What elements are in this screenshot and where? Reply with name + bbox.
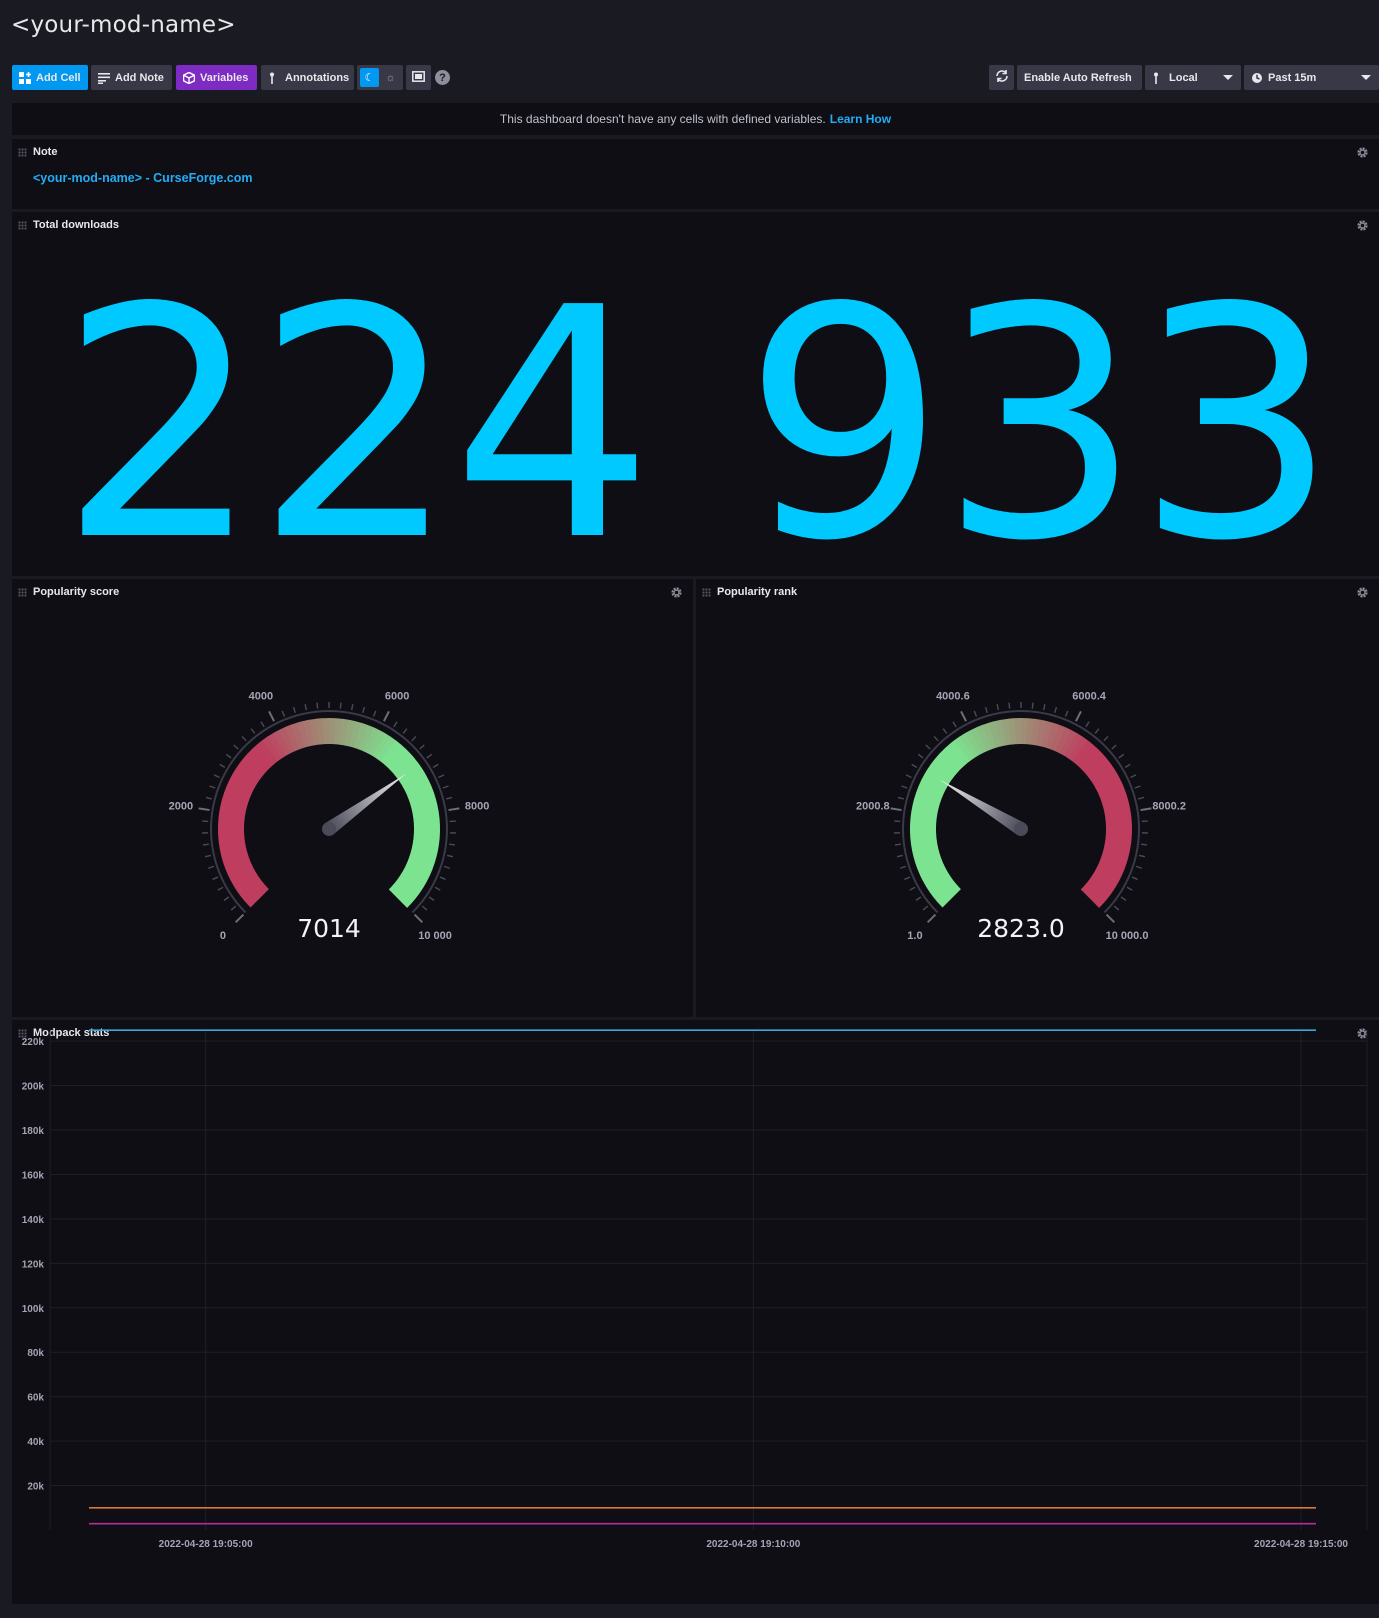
x-tick-label: 2022-04-28 19:10:00 [706,1539,800,1550]
help-icon[interactable]: ? [435,70,450,85]
y-tick-label: 60k [27,1393,44,1404]
learn-how-link[interactable]: Learn How [830,112,891,126]
annotations-label: Annotations [285,71,350,84]
popularity-rank-cell: Popularity rank 1.0 2000.8 4000.6 6000.4 800… [696,579,1379,1017]
gauge-needle-hub [322,822,336,836]
variables-banner: This dashboard doesn't have any cells wi… [12,103,1379,135]
gauge-tick-label: 2000.8 [856,801,890,813]
drag-handle-icon[interactable] [18,221,27,230]
caret-down-icon [1361,75,1371,80]
banner-text: This dashboard doesn't have any cells wi… [499,112,826,126]
expand-icon [412,69,425,87]
refresh-button[interactable] [989,65,1014,90]
x-tick-label: 2022-04-28 19:15:00 [1254,1539,1348,1550]
total-downloads-value: 224 933 [58,240,1338,610]
refresh-icon [995,69,1009,86]
variables-label: Variables [200,71,249,84]
note-cell: Note <your-mod-name> - CurseForge.com [12,139,1379,209]
y-tick-label: 180k [22,1126,45,1137]
modpack-stats-graph[interactable]: 220k 200k 180k 160k 140k 120k 100k 80k 60k 40k 20k… [12,1020,1379,1604]
gauge-tick-label: 10 000.0 [1106,930,1149,942]
y-tick-label: 160k [22,1170,45,1181]
gauge-tick-label: 8000 [465,801,489,813]
gauge-tick-label: 2000 [169,801,193,813]
gauge-tick-label: 6000.4 [1072,690,1107,702]
page-title: <your-mod-name> [11,12,236,38]
y-tick-label: 80k [27,1348,44,1359]
y-tick-label: 140k [22,1215,45,1226]
y-tick-label: 40k [27,1437,44,1448]
dashboard-toolbar: Add Cell Add Note Variables Annotations … [12,65,1379,90]
add-note-label: Add Note [115,71,164,84]
clock-icon [1251,72,1263,84]
y-tick-label: 20k [27,1482,44,1493]
annotation-pin-icon [268,72,280,84]
gauge-needle [939,779,1025,835]
gauge-tick-label: 4000 [249,690,273,702]
note-link[interactable]: <your-mod-name> - CurseForge.com [33,171,253,185]
note-icon [98,72,110,84]
gauge-needle-hub [1014,822,1028,836]
timezone-dropdown[interactable]: Local [1145,65,1241,90]
gear-icon[interactable] [1356,146,1369,159]
gauge-value: 7014 [297,914,361,943]
presentation-mode-button[interactable] [406,65,431,90]
add-note-button[interactable]: Add Note [91,65,172,90]
gauge-tick-label: 8000.2 [1152,801,1186,813]
total-downloads-cell: Total downloads 224 933 [12,212,1379,584]
variables-button[interactable]: Variables [176,65,257,90]
modpack-stats-cell: Modpack stats 220k 200k 180k 160k 140k 120k 10… [12,1020,1379,1604]
y-tick-label: 220k [22,1037,45,1048]
gauge-value: 2823.0 [977,914,1064,943]
popularity-score-gauge: 0 2000 4000 6000 8000 10 000 7014 [169,690,490,943]
cube-icon [182,71,196,84]
pin-icon [1152,72,1164,84]
theme-toggle[interactable]: ☾ ☼ [357,65,403,90]
time-range-value: Past 15m [1268,71,1317,84]
add-cell-label: Add Cell [36,71,81,84]
gauge-tick-label: 1.0 [907,930,922,942]
auto-refresh-label: Enable Auto Refresh [1024,71,1132,84]
caret-down-icon [1223,75,1233,80]
moon-icon[interactable]: ☾ [360,68,379,87]
y-tick-label: 200k [22,1082,45,1093]
add-cell-icon [19,71,31,84]
gauge-tick-label: 4000.6 [936,690,970,702]
popularity-score-cell: Popularity score 0 2000 4000 6000 8000 10 000… [12,579,693,1017]
popularity-rank-gauge: 1.0 2000.8 4000.6 6000.4 8000.2 10 000.0 2823.… [856,690,1186,943]
x-tick-label: 2022-04-28 19:05:00 [159,1539,253,1550]
timezone-value: Local [1169,71,1198,84]
cell-title: Note [33,146,58,158]
annotations-button[interactable]: Annotations [261,65,354,90]
gauge-tick-label: 10 000 [418,930,452,942]
time-range-dropdown[interactable]: Past 15m [1244,65,1379,90]
drag-handle-icon[interactable] [18,148,27,157]
y-tick-label: 100k [22,1304,45,1315]
gauge-tick-label: 0 [220,930,226,942]
gauge-needle [324,773,407,835]
add-cell-button[interactable]: Add Cell [12,65,88,90]
gauge-tick-label: 6000 [385,690,409,702]
sun-icon[interactable]: ☼ [381,68,400,87]
gear-icon[interactable] [1356,219,1369,232]
enable-auto-refresh-button[interactable]: Enable Auto Refresh [1017,65,1142,90]
cell-title: Total downloads [33,219,119,231]
y-tick-label: 120k [22,1259,45,1270]
